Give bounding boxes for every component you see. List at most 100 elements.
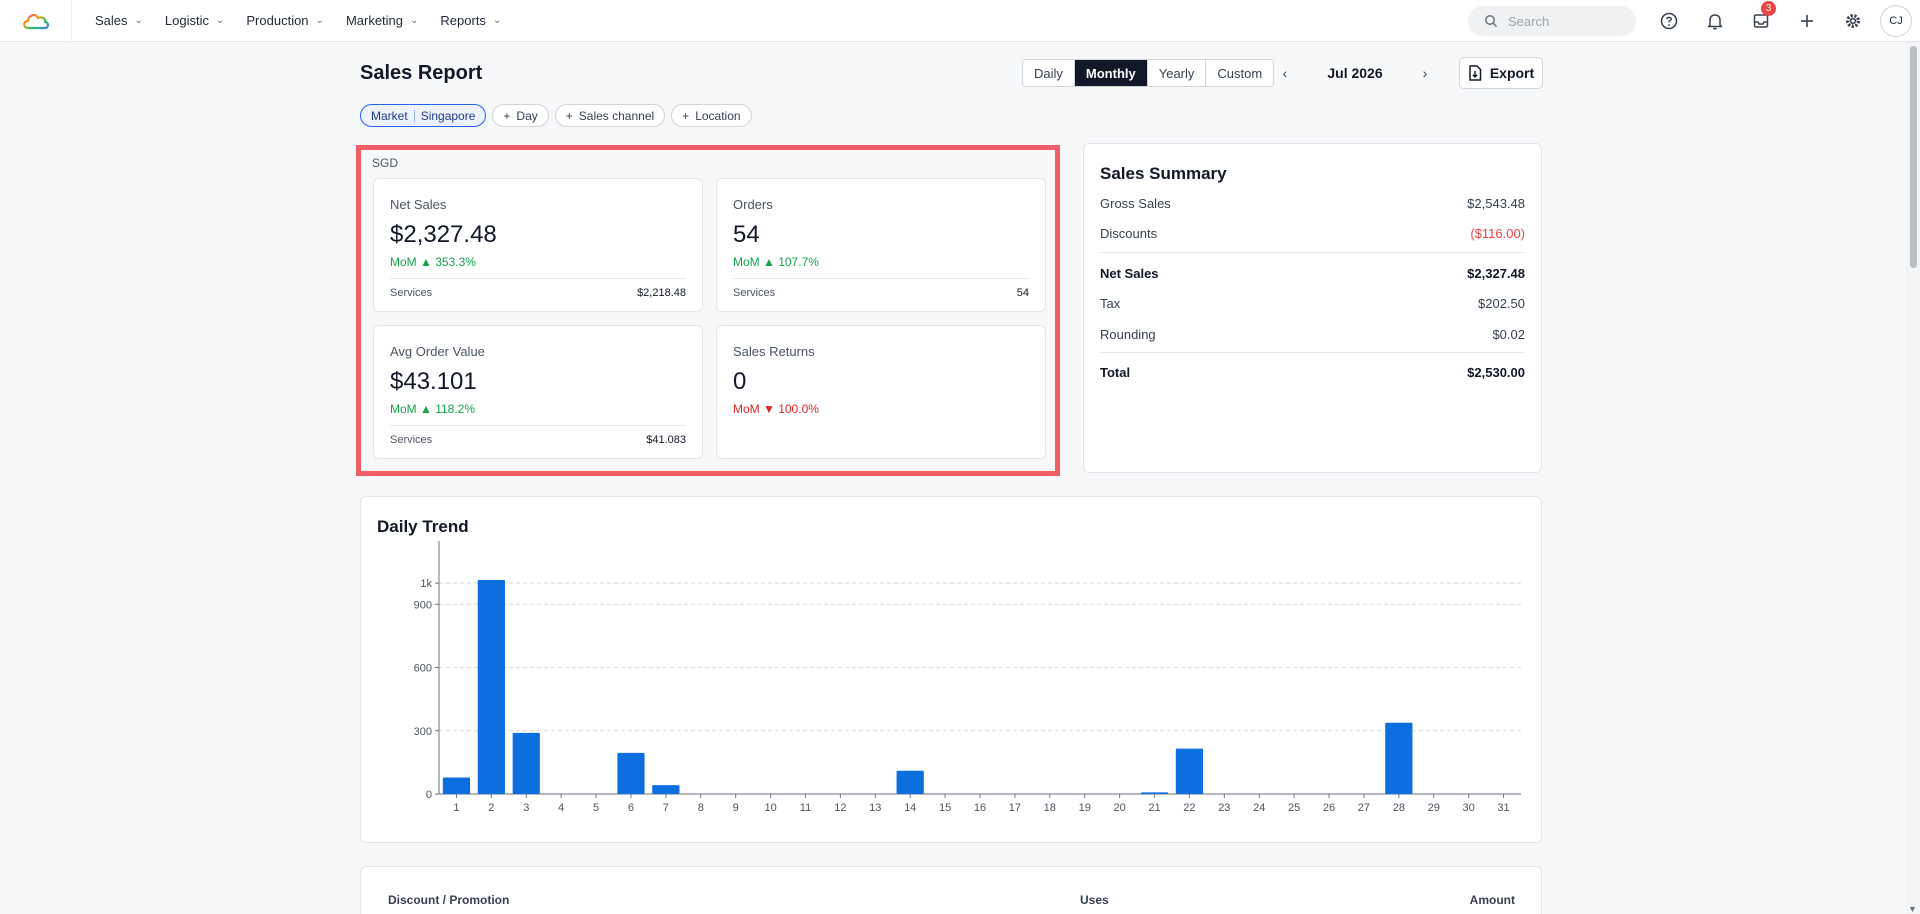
chevron-down-icon: ⌄ (492, 15, 502, 26)
filter-bar: Market Singapore + Day + Sales channel + Lo… (360, 104, 752, 127)
bar-day-7 (652, 785, 680, 794)
x-tick-label: 3 (523, 802, 529, 814)
page-scrollbar[interactable]: ▼ (1906, 42, 1920, 914)
discount-amount-column-header: Amount (1469, 893, 1515, 907)
inbox-button[interactable]: 3 (1738, 0, 1784, 42)
x-tick-label: 15 (939, 802, 951, 814)
summary-label: Rounding (1100, 327, 1156, 342)
divider (390, 425, 686, 426)
nav-reports-label: Reports (440, 13, 486, 28)
export-button[interactable]: Export (1459, 57, 1543, 89)
x-tick-label: 28 (1393, 802, 1405, 814)
nav-production-label: Production (246, 13, 309, 28)
metric-value: 0 (733, 368, 747, 395)
settings-button[interactable] (1830, 0, 1876, 42)
sales-returns-card[interactable]: Sales Returns 0 MoM ▼ 100.0% (716, 325, 1046, 459)
x-tick-label: 25 (1288, 802, 1300, 814)
add-day-filter-chip[interactable]: + Day (492, 104, 549, 127)
x-tick-label: 22 (1183, 802, 1195, 814)
add-sales-channel-filter-label: Sales channel (578, 108, 655, 123)
period-monthly-button[interactable]: Monthly (1074, 60, 1148, 86)
bar-day-3 (512, 732, 540, 794)
nav-sales-label: Sales (95, 13, 128, 28)
summary-label: Net Sales (1100, 266, 1159, 281)
period-daily-button[interactable]: Daily (1023, 60, 1075, 86)
scroll-down-icon[interactable]: ▼ (1908, 904, 1917, 914)
x-tick-label: 11 (800, 802, 811, 814)
help-button[interactable] (1646, 0, 1692, 42)
filter-market-value: Singapore (420, 108, 476, 123)
add-button[interactable] (1784, 0, 1830, 42)
bar-day-22 (1175, 748, 1204, 794)
x-tick-label: 18 (1044, 802, 1056, 814)
page-title: Sales Report (360, 62, 483, 84)
chip-divider (413, 109, 415, 122)
x-tick-label: 13 (869, 802, 881, 814)
x-tick-label: 7 (663, 802, 669, 814)
net-sales-card[interactable]: Net Sales $2,327.48 MoM ▲ 353.3% Service… (373, 178, 703, 312)
previous-period-icon[interactable]: ‹ (1270, 65, 1300, 81)
add-location-filter-chip[interactable]: + Location (671, 104, 752, 127)
x-tick-label: 8 (698, 802, 704, 814)
summary-value: $2,327.48 (1467, 266, 1525, 281)
chevron-down-icon: ⌄ (216, 15, 225, 26)
search-box[interactable] (1468, 6, 1636, 36)
summary-value: ($116.00) (1470, 226, 1525, 241)
user-avatar[interactable]: CJ (1880, 5, 1912, 37)
x-tick-label: 4 (558, 802, 564, 814)
x-tick-label: 29 (1428, 802, 1440, 814)
metric-sub-label: Services (390, 287, 433, 299)
x-tick-label: 14 (904, 802, 916, 814)
metric-sub-value: 54 (1016, 287, 1029, 299)
add-day-filter-label: Day (516, 108, 538, 123)
metric-change: MoM ▲ 353.3% (390, 255, 476, 269)
period-yearly-button[interactable]: Yearly (1148, 60, 1207, 86)
metric-change: MoM ▲ 118.2% (390, 402, 476, 416)
cloud-logo-icon (22, 13, 49, 29)
summary-row-discounts: Discounts ($116.00) (1100, 226, 1525, 241)
sales-summary-title: Sales Summary (1100, 164, 1227, 183)
add-sales-channel-filter-chip[interactable]: + Sales channel (554, 104, 666, 127)
bar-day-6 (617, 752, 645, 794)
metric-value: 54 (733, 221, 760, 248)
summary-row-gross-sales: Gross Sales $2,543.48 (1100, 196, 1525, 211)
x-tick-label: 9 (733, 802, 739, 814)
nav-reports[interactable]: Reports ⌄ (440, 13, 501, 28)
x-tick-label: 10 (764, 802, 776, 814)
scrollbar-thumb[interactable] (1910, 46, 1917, 268)
x-tick-label: 19 (1079, 802, 1091, 814)
period-custom-button[interactable]: Custom (1206, 60, 1273, 86)
x-tick-label: 12 (834, 802, 846, 814)
summary-label: Total (1100, 365, 1131, 380)
daily-trend-chart: 03006009001k1 2 3 4 5 6 7 8 9 10 11 12 13 14 15 16 17 18 1… (414, 541, 1521, 814)
nav-production[interactable]: Production ⌄ (246, 13, 324, 28)
x-tick-label: 1 (453, 802, 459, 814)
divider (733, 278, 1029, 279)
search-input[interactable] (1508, 13, 1618, 29)
summary-row-tax: Tax $202.50 (1100, 296, 1525, 311)
divider (1100, 252, 1525, 253)
metric-label: Sales Returns (733, 344, 815, 359)
divider (1100, 352, 1525, 353)
metric-sub-label: Services (390, 434, 433, 446)
notifications-button[interactable] (1692, 0, 1738, 42)
metric-label: Net Sales (390, 197, 447, 212)
x-tick-label: 23 (1218, 802, 1230, 814)
next-period-icon[interactable]: › (1410, 65, 1440, 81)
sales-summary-card: Sales Summary Gross Sales $2,543.48 Disc… (1083, 143, 1542, 473)
x-tick-label: 17 (1009, 802, 1021, 814)
metric-value: $2,327.48 (390, 221, 497, 248)
metric-sub-value: $2,218.48 (637, 287, 686, 299)
orders-card[interactable]: Orders 54 MoM ▲ 107.7% Services 54 (716, 178, 1046, 312)
bar-day-28 (1385, 722, 1413, 794)
bar-day-21 (1140, 792, 1169, 794)
app-logo[interactable] (0, 0, 72, 42)
filter-market-chip[interactable]: Market Singapore (360, 104, 487, 127)
nav-logistic[interactable]: Logistic ⌄ (165, 13, 224, 28)
currency-label: SGD (372, 156, 399, 170)
nav-marketing[interactable]: Marketing ⌄ (346, 13, 418, 28)
metric-change: MoM ▲ 107.7% (733, 255, 819, 269)
x-tick-label: 30 (1463, 802, 1475, 814)
avg-order-value-card[interactable]: Avg Order Value $43.101 MoM ▲ 118.2% Ser… (373, 325, 703, 459)
nav-sales[interactable]: Sales ⌄ (95, 13, 143, 28)
